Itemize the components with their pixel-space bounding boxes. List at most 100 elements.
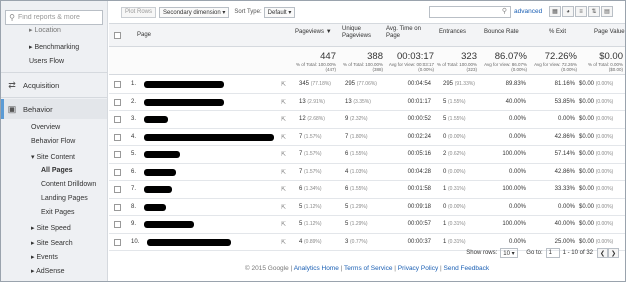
external-link-icon[interactable]: ⇱	[281, 204, 286, 211]
sidebar-item-acquisition[interactable]: ⇄ Acquisition	[1, 75, 107, 95]
cell-unique-pageviews: 7 (1.80%)	[345, 133, 368, 140]
redacted-page-path[interactable]	[144, 168, 176, 176]
row-checkbox[interactable]	[114, 168, 121, 176]
row-index: 2.	[131, 98, 137, 105]
row-checkbox[interactable]	[114, 81, 121, 88]
row-checkbox[interactable]	[114, 116, 121, 123]
external-link-icon[interactable]: ⇱	[281, 186, 286, 193]
external-link-icon[interactable]: ⇱	[281, 134, 286, 141]
col-header-page[interactable]: Page	[137, 32, 151, 39]
go-to-input[interactable]: 1	[545, 248, 560, 258]
show-rows-select[interactable]: 10 ▾	[500, 248, 519, 258]
sidebar-item-location[interactable]: ▸ Location	[29, 26, 61, 34]
cell-bounce-rate: 0.00%	[508, 238, 526, 245]
sidebar-item-behavior-flow[interactable]: Behavior Flow	[31, 138, 75, 145]
pie-view-icon[interactable]: ◕	[562, 6, 574, 17]
sidebar-item-content-drilldown[interactable]: Content Drilldown	[41, 181, 96, 188]
secondary-dimension-select[interactable]: Secondary dimension ▾	[159, 6, 230, 18]
table-header: Page Pageviews ▼ Unique Pageviews Avg. T…	[109, 23, 625, 47]
search-icon: ⚲	[9, 13, 15, 22]
table-view-icon[interactable]: ▦	[549, 6, 561, 17]
redacted-page-path[interactable]	[144, 81, 224, 88]
table-filter[interactable]: ⚲	[429, 6, 511, 18]
redacted-page-path[interactable]	[144, 151, 180, 158]
performance-view-icon[interactable]: ≡	[575, 6, 587, 17]
table-row[interactable]: 2. ⇱ 13 (2.91%) 13 (3.35%) 00:01:17 5 (1.55%)…	[109, 94, 625, 111]
footer-link-analytics-home[interactable]: Analytics Home	[294, 265, 339, 272]
external-link-icon[interactable]: ⇱	[281, 151, 286, 158]
page-range: 1 - 10 of 32	[562, 250, 593, 256]
cell-exit: 57.14%	[554, 151, 575, 157]
redacted-page-path[interactable]	[144, 133, 274, 141]
comparison-view-icon[interactable]: ⇅	[588, 6, 600, 17]
sidebar-item-overview[interactable]: Overview	[31, 124, 60, 131]
row-checkbox[interactable]	[114, 221, 121, 228]
sidebar-item-site-speed[interactable]: ▸ Site Speed	[31, 224, 71, 232]
next-page-icon[interactable]: ❯	[608, 248, 619, 258]
report-search-input[interactable]	[18, 14, 100, 21]
table-row[interactable]: 4. ⇱ 7 (1.57%) 7 (1.80%) 00:02:24 0 (0.00%) 0.…	[109, 129, 625, 146]
sidebar-item-site-content[interactable]: ▾ Site Content	[31, 153, 75, 161]
col-header-unique-pageviews[interactable]: Unique Pageviews	[342, 26, 382, 40]
sidebar-item-events[interactable]: ▸ Events	[31, 253, 58, 261]
col-header-avg-time[interactable]: Avg. Time on Page	[386, 26, 426, 40]
sidebar-item-site-search[interactable]: ▸ Site Search	[31, 239, 73, 247]
plot-rows-button[interactable]: Plot Rows	[121, 6, 157, 18]
pivot-view-icon[interactable]: ▤	[601, 6, 613, 17]
sidebar-item-exit-pages[interactable]: Exit Pages	[41, 209, 74, 216]
redacted-page-path[interactable]	[144, 221, 194, 228]
external-link-icon[interactable]: ⇱	[281, 81, 286, 88]
sort-type-select[interactable]: Default ▾	[263, 6, 296, 18]
table-row[interactable]: 7. ⇱ 6 (1.34%) 6 (1.55%) 00:01:58 1 (0.31%) 10…	[109, 181, 625, 199]
external-link-icon[interactable]: ⇱	[281, 116, 286, 123]
sidebar-item-all-pages[interactable]: All Pages	[41, 167, 73, 174]
prev-page-icon[interactable]: ❮	[597, 248, 608, 258]
row-checkbox[interactable]	[114, 238, 121, 246]
footer-link-terms[interactable]: Terms of Service	[344, 265, 392, 272]
report-search[interactable]: ⚲	[5, 10, 103, 25]
row-checkbox[interactable]	[114, 186, 121, 193]
col-header-entrances[interactable]: Entrances	[439, 29, 466, 36]
table-row[interactable]: 5. ⇱ 7 (1.57%) 6 (1.55%) 00:05:16 2 (0.62%) 10…	[109, 146, 625, 164]
row-checkbox[interactable]	[114, 133, 121, 141]
footer-link-feedback[interactable]: Send Feedback	[444, 265, 490, 272]
external-link-icon[interactable]: ⇱	[281, 169, 286, 176]
cell-pageviews: 7 (1.57%)	[299, 168, 322, 175]
table-row[interactable]: 6. ⇱ 7 (1.57%) 4 (1.03%) 00:04:28 0 (0.00%) 0.…	[109, 164, 625, 181]
row-checkbox[interactable]	[114, 203, 121, 211]
select-all-checkbox[interactable]	[114, 32, 121, 39]
row-checkbox[interactable]	[114, 151, 121, 158]
external-link-icon[interactable]: ⇱	[281, 99, 286, 106]
total-bounce-rate: 86.07% Avg for View: 86.07% (0.00%)	[484, 51, 527, 72]
row-checkbox[interactable]	[114, 98, 121, 106]
redacted-page-path[interactable]	[144, 98, 224, 106]
table-row[interactable]: 9. ⇱ 5 (1.12%) 5 (1.29%) 00:00:57 1 (0.31%) 10…	[109, 216, 625, 234]
cell-bounce-rate: 0.00%	[508, 203, 526, 210]
sidebar-item-benchmarking[interactable]: ▸ Benchmarking	[29, 43, 79, 51]
table-row[interactable]: 3. ⇱ 12 (2.68%) 9 (2.32%) 00:00:52 5 (1.55%) 0…	[109, 111, 625, 129]
sidebar-item-adsense[interactable]: ▸ AdSense	[31, 267, 64, 275]
cell-pageviews: 5 (1.12%)	[299, 203, 322, 210]
table-row[interactable]: 1. ⇱ 345 (77.18%) 295 (77.06%) 00:04:54 295 (…	[109, 76, 625, 94]
col-header-page-value[interactable]: Page Value	[594, 29, 625, 36]
cell-entrances: 5 (1.55%)	[443, 98, 466, 105]
show-rows-label: Show rows:	[466, 250, 498, 256]
table-row[interactable]: 8. ⇱ 5 (1.12%) 5 (1.29%) 00:09:18 0 (0.00%) 0.…	[109, 199, 625, 216]
cell-avg-time: 00:00:52	[407, 116, 431, 122]
footer-link-privacy[interactable]: Privacy Policy	[398, 265, 438, 272]
advanced-filter-link[interactable]: advanced	[514, 8, 542, 15]
external-link-icon[interactable]: ⇱	[281, 221, 286, 228]
row-index: 6.	[131, 168, 137, 175]
sidebar-item-landing-pages[interactable]: Landing Pages	[41, 195, 88, 202]
external-link-icon[interactable]: ⇱	[281, 239, 286, 246]
redacted-page-path[interactable]	[147, 238, 231, 246]
col-header-exit[interactable]: % Exit	[549, 29, 566, 36]
sidebar-item-users-flow[interactable]: Users Flow	[29, 58, 64, 65]
redacted-page-path[interactable]	[144, 116, 168, 123]
redacted-page-path[interactable]	[144, 186, 172, 193]
table-filter-input[interactable]	[430, 7, 496, 17]
col-header-pageviews[interactable]: Pageviews ▼	[295, 29, 335, 36]
sidebar-item-behavior[interactable]: ▣ Behavior	[1, 99, 107, 119]
col-header-bounce-rate[interactable]: Bounce Rate	[484, 29, 519, 36]
redacted-page-path[interactable]	[144, 203, 166, 211]
